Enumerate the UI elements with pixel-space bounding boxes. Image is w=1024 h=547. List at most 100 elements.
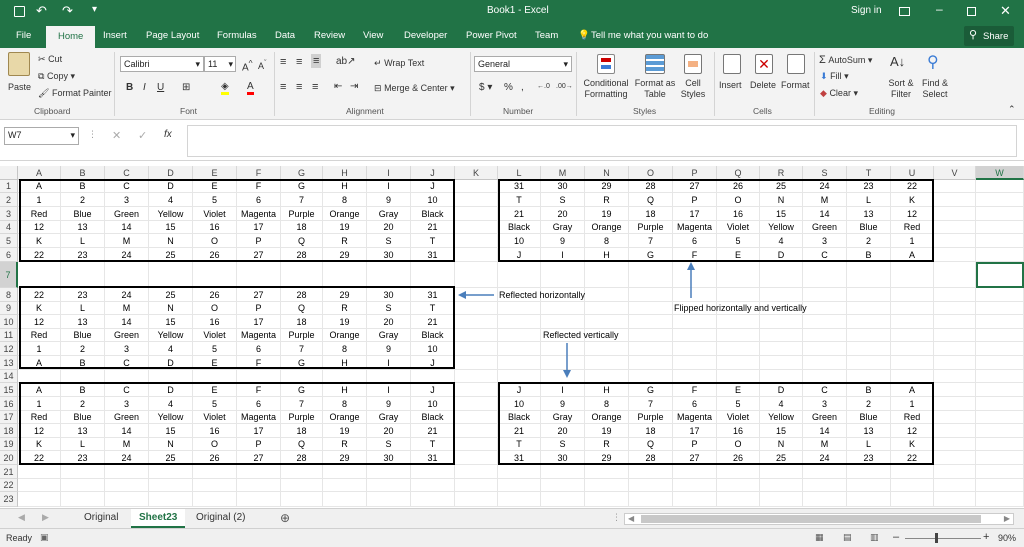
cell-N16[interactable]: 8 (585, 397, 629, 411)
cell-T16[interactable]: 2 (847, 397, 891, 411)
cell-Q15[interactable]: E (717, 383, 760, 397)
cell-C18[interactable]: 14 (105, 424, 149, 438)
cell-D11[interactable]: Yellow (149, 329, 193, 342)
cell-N5[interactable]: 8 (585, 234, 629, 248)
cell-M2[interactable]: S (541, 193, 585, 207)
cell-I20[interactable]: 30 (367, 451, 411, 465)
tab-power-pivot[interactable]: Power Pivot (466, 30, 517, 41)
macro-record-icon[interactable]: ▣ (40, 532, 49, 543)
cell-H15[interactable]: H (323, 383, 367, 397)
cell-U14[interactable] (891, 370, 934, 383)
cell-K19[interactable] (455, 438, 498, 451)
cell-I16[interactable]: 9 (367, 397, 411, 411)
cell-A4[interactable]: 12 (18, 221, 61, 234)
cell-A2[interactable]: 1 (18, 193, 61, 207)
cell-O15[interactable]: G (629, 383, 673, 397)
cell-L1[interactable]: 31 (498, 180, 541, 193)
cell-G23[interactable] (281, 492, 323, 507)
cell-H5[interactable]: R (323, 234, 367, 248)
cell-R23[interactable] (760, 492, 803, 507)
cell-O16[interactable]: 7 (629, 397, 673, 411)
row-header-15[interactable]: 15 (0, 383, 18, 397)
cell-B17[interactable]: Blue (61, 411, 105, 424)
cell-V4[interactable] (934, 221, 976, 234)
cell-H11[interactable]: Orange (323, 329, 367, 342)
cell-U13[interactable] (891, 356, 934, 370)
cell-W23[interactable] (976, 492, 1024, 507)
cell-F8[interactable]: 27 (237, 288, 281, 302)
row-header-9[interactable]: 9 (0, 302, 18, 315)
collapse-ribbon-icon[interactable]: ⌃ (1008, 104, 1016, 115)
row-header-11[interactable]: 11 (0, 329, 18, 342)
cell-W15[interactable] (976, 383, 1024, 397)
cell-T21[interactable] (847, 465, 891, 479)
cell-P22[interactable] (673, 479, 717, 492)
increase-font-icon[interactable]: A^ (242, 58, 253, 73)
sheet-tab-original-2[interactable]: Original (2) (188, 509, 253, 528)
bold-icon[interactable]: B (126, 82, 133, 93)
cell-R18[interactable]: 15 (760, 424, 803, 438)
column-header-j[interactable]: J (411, 166, 455, 180)
cell-T2[interactable]: L (847, 193, 891, 207)
cell-E11[interactable]: Violet (193, 329, 237, 342)
cell-A20[interactable]: 22 (18, 451, 61, 465)
cell-F12[interactable]: 6 (237, 342, 281, 356)
cell-H8[interactable]: 29 (323, 288, 367, 302)
cell-U2[interactable]: K (891, 193, 934, 207)
cell-R10[interactable] (760, 315, 803, 329)
cell-N3[interactable]: 19 (585, 207, 629, 221)
cell-V21[interactable] (934, 465, 976, 479)
cell-E1[interactable]: E (193, 180, 237, 193)
cell-O10[interactable] (629, 315, 673, 329)
cell-P23[interactable] (673, 492, 717, 507)
cell-V7[interactable] (934, 262, 976, 288)
column-header-e[interactable]: E (193, 166, 237, 180)
column-header-r[interactable]: R (760, 166, 803, 180)
cell-D2[interactable]: 4 (149, 193, 193, 207)
cell-W11[interactable] (976, 329, 1024, 342)
cell-O14[interactable] (629, 370, 673, 383)
row-header-13[interactable]: 13 (0, 356, 18, 370)
cell-R1[interactable]: 25 (760, 180, 803, 193)
cell-F21[interactable] (237, 465, 281, 479)
cell-V18[interactable] (934, 424, 976, 438)
cell-G22[interactable] (281, 479, 323, 492)
cell-U9[interactable] (891, 302, 934, 315)
cell-H23[interactable] (323, 492, 367, 507)
cell-N9[interactable] (585, 302, 629, 315)
cell-P18[interactable]: 17 (673, 424, 717, 438)
horizontal-scrollbar[interactable]: ◀ ▶ (624, 513, 1014, 525)
cell-M1[interactable]: 30 (541, 180, 585, 193)
cell-B1[interactable]: B (61, 180, 105, 193)
cell-U20[interactable]: 22 (891, 451, 934, 465)
cell-P6[interactable]: F (673, 248, 717, 262)
cell-N19[interactable]: R (585, 438, 629, 451)
cell-O22[interactable] (629, 479, 673, 492)
align-center-icon[interactable]: ≡ (296, 81, 302, 93)
zoom-slider[interactable] (905, 533, 981, 543)
cell-T9[interactable] (847, 302, 891, 315)
cell-C2[interactable]: 3 (105, 193, 149, 207)
cell-M16[interactable]: 9 (541, 397, 585, 411)
scroll-right-icon[interactable]: ▶ (1004, 514, 1010, 523)
cell-P15[interactable]: F (673, 383, 717, 397)
cell-J15[interactable]: J (411, 383, 455, 397)
cell-O3[interactable]: 18 (629, 207, 673, 221)
row-header-6[interactable]: 6 (0, 248, 18, 262)
cell-H19[interactable]: R (323, 438, 367, 451)
cell-V3[interactable] (934, 207, 976, 221)
row-header-23[interactable]: 23 (0, 492, 18, 507)
delete-cells-button[interactable]: ✕ Delete (748, 52, 780, 102)
cell-R7[interactable] (760, 262, 803, 288)
cell-Q8[interactable] (717, 288, 760, 302)
cell-E7[interactable] (193, 262, 237, 288)
column-header-p[interactable]: P (673, 166, 717, 180)
cell-E17[interactable]: Violet (193, 411, 237, 424)
cell-W22[interactable] (976, 479, 1024, 492)
cell-E23[interactable] (193, 492, 237, 507)
cell-I7[interactable] (367, 262, 411, 288)
cell-L19[interactable]: T (498, 438, 541, 451)
cell-G21[interactable] (281, 465, 323, 479)
cell-O19[interactable]: Q (629, 438, 673, 451)
cell-J23[interactable] (411, 492, 455, 507)
